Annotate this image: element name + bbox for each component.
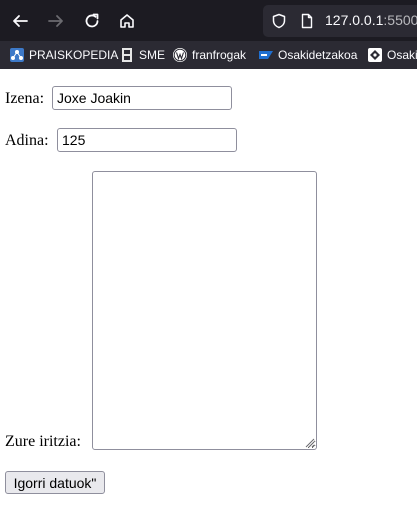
age-input[interactable] bbox=[57, 128, 237, 152]
forward-button[interactable] bbox=[43, 8, 69, 34]
bookmark-label: PRAISKOPEDIA bbox=[29, 48, 119, 62]
name-input[interactable] bbox=[52, 86, 232, 110]
browser-toolbar: 127.0.0.1:5500 bbox=[0, 0, 417, 41]
bookmark-label: franfrogak bbox=[192, 48, 247, 62]
back-button[interactable] bbox=[7, 8, 33, 34]
url-host: 127.0.0.1 bbox=[325, 12, 384, 28]
opinion-textarea[interactable] bbox=[92, 171, 317, 450]
name-label: Izena: bbox=[5, 90, 45, 107]
bookmark-osakidetzakoa[interactable]: Osakidetzakoa bbox=[258, 46, 357, 64]
bookmark-franfrogak[interactable]: franfrogak bbox=[172, 46, 246, 64]
home-icon bbox=[120, 14, 134, 28]
reload-icon bbox=[85, 13, 99, 28]
bookmark-praiskopedia[interactable]: PRAISKOPEDIA bbox=[9, 46, 118, 64]
url-bar[interactable]: 127.0.0.1:5500 bbox=[263, 5, 417, 37]
bookmark-label: SME bbox=[139, 48, 166, 62]
bookmarks-bar: PRAISKOPEDIA SME franfrogak Osakidetzako… bbox=[0, 41, 417, 69]
bookmark-sme[interactable]: SME bbox=[119, 46, 165, 64]
arrow-right-icon bbox=[48, 15, 63, 27]
bookmark-label: Osaki bbox=[387, 48, 417, 62]
arrow-left-icon bbox=[13, 15, 28, 27]
page-content: Izena: Adina: Zure iritzia: Igorri datuo… bbox=[0, 69, 417, 528]
url-text: 127.0.0.1:5500 bbox=[325, 12, 417, 28]
film-icon bbox=[119, 47, 135, 63]
home-button[interactable] bbox=[114, 8, 140, 34]
url-port: :5500 bbox=[383, 12, 417, 28]
puzzle-icon bbox=[367, 47, 383, 63]
page-icon[interactable] bbox=[299, 13, 315, 29]
network-icon bbox=[9, 47, 25, 63]
opinion-label: Zure iritzia: bbox=[5, 433, 81, 450]
sap-icon bbox=[258, 47, 274, 63]
reload-button[interactable] bbox=[79, 8, 105, 34]
wordpress-icon bbox=[172, 47, 188, 63]
shield-icon[interactable] bbox=[271, 13, 287, 29]
age-label: Adina: bbox=[5, 132, 49, 149]
bookmark-osaki[interactable]: Osaki bbox=[367, 46, 417, 64]
bookmark-label: Osakidetzakoa bbox=[278, 48, 358, 62]
submit-button[interactable]: Igorri datuok" bbox=[5, 471, 105, 494]
